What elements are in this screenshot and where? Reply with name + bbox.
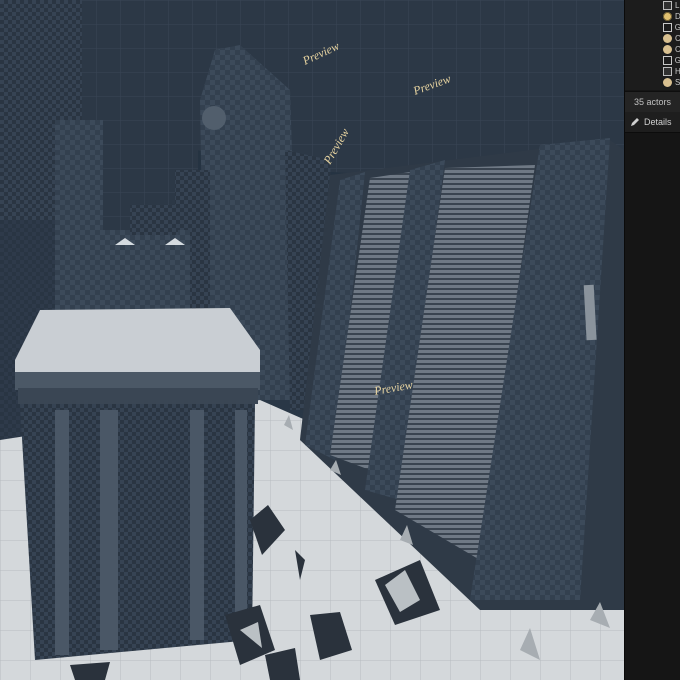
sphere-icon	[663, 78, 672, 87]
outliner-row-label: H	[675, 67, 680, 76]
level-viewport[interactable]: Preview Preview Preview Preview	[0, 0, 624, 680]
tower-clock	[202, 106, 226, 130]
outliner-row[interactable]: C	[625, 33, 680, 44]
image-icon	[663, 56, 672, 65]
outliner-row[interactable]: G	[625, 22, 680, 33]
outliner-row[interactable]: G	[625, 55, 680, 66]
outliner-row-label: G	[674, 56, 680, 65]
details-tab-label: Details	[644, 117, 672, 127]
pencil-icon	[631, 118, 639, 126]
outliner-row[interactable]: C	[625, 44, 680, 55]
editor-side-panel: L D G C C G H S 35 actors Details	[624, 0, 680, 680]
outliner-row-label: G	[674, 23, 680, 32]
front-tower-roof	[15, 308, 260, 380]
outliner-row-label: D	[675, 12, 680, 21]
actor-count: 35 actors	[634, 97, 672, 107]
outliner-row[interactable]: D	[625, 11, 680, 22]
outliner-row-label: C	[675, 34, 680, 43]
sphere-icon	[663, 34, 672, 43]
outliner-row-label: S	[675, 78, 680, 87]
viewport-scene: Preview Preview Preview Preview	[0, 0, 624, 680]
cube-icon	[663, 67, 672, 76]
sphere-icon	[663, 45, 672, 54]
tab-details[interactable]: Details	[625, 112, 680, 133]
light-icon	[663, 12, 672, 21]
world-outliner[interactable]: L D G C C G H S	[625, 0, 680, 90]
outliner-row[interactable]: L	[625, 0, 680, 11]
outliner-row[interactable]: S	[625, 77, 680, 88]
outliner-row-label: L	[675, 1, 680, 10]
actor-count-bar: 35 actors	[625, 91, 680, 113]
outliner-row[interactable]: H	[625, 66, 680, 77]
cube-icon	[663, 1, 672, 10]
outliner-row-label: C	[675, 45, 680, 54]
details-panel	[625, 133, 680, 680]
image-icon	[663, 23, 672, 32]
